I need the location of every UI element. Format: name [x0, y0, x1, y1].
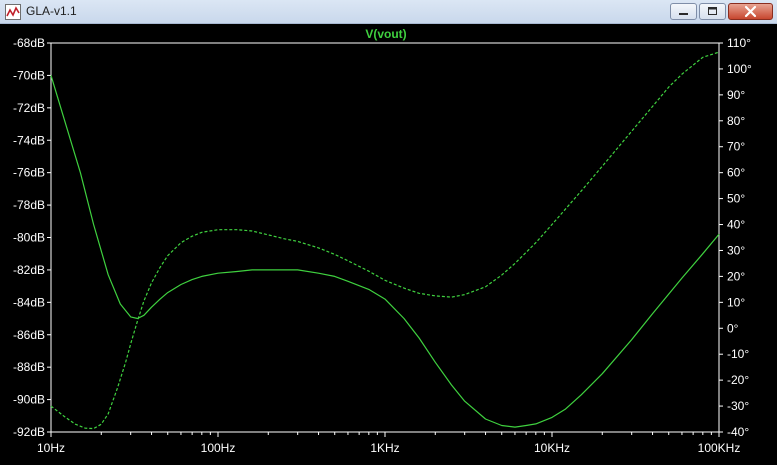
y-right-tick-label: 40° — [727, 218, 745, 232]
y-left-tick-label: -92dB — [13, 425, 45, 439]
y-left-tick-label: -76dB — [13, 166, 45, 180]
waveform-app-icon — [5, 4, 21, 20]
y-left-tick-label: -80dB — [13, 231, 45, 245]
bode-plot[interactable]: V(vout) 10Hz 100Hz 1KHz 10KHz 100KHz -68dB -7… — [0, 24, 777, 465]
y-right-tick-label: 60° — [727, 166, 745, 180]
maximize-icon — [708, 7, 717, 15]
minimize-button[interactable] — [670, 3, 697, 20]
title-bar[interactable]: GLA-v1.1 — [0, 0, 777, 24]
y-axis-right: 110° 100° 90° 80° 70° 60° 50° 40° 30° 20° 10° 0° -10… — [719, 36, 752, 439]
y-right-tick-label: 20° — [727, 269, 745, 283]
traces — [50, 51, 720, 430]
y-right-tick-label: -40° — [727, 425, 749, 439]
y-right-tick-label: 80° — [727, 114, 745, 128]
x-tick-label: 100KHz — [698, 441, 741, 455]
x-axis: 10Hz 100Hz 1KHz 10KHz 100KHz — [37, 432, 740, 455]
y-left-tick-label: -90dB — [13, 393, 45, 407]
x-tick-label: 10Hz — [37, 441, 65, 455]
y-right-tick-label: 100° — [727, 62, 752, 76]
y-right-tick-label: 30° — [727, 243, 745, 257]
y-left-tick-label: -84dB — [13, 295, 45, 309]
y-left-tick-label: -72dB — [13, 101, 45, 115]
app-window: GLA-v1.1 V(vout) 10Hz 100Hz 1KHz 10KHz 100KH… — [0, 0, 777, 465]
y-right-tick-label: 110° — [727, 36, 751, 50]
y-right-tick-label: 70° — [727, 140, 745, 154]
x-tick-label: 1KHz — [370, 441, 399, 455]
y-right-tick-label: 10° — [727, 295, 745, 309]
minimize-icon — [679, 13, 688, 15]
chart-title: V(vout) — [365, 27, 406, 41]
y-axis-left: -68dB -70dB -72dB -74dB -76dB -78dB -80dB -82dB… — [13, 36, 51, 439]
maximize-button[interactable] — [699, 3, 726, 20]
magnitude-trace — [50, 75, 720, 428]
y-right-tick-label: 90° — [727, 88, 745, 102]
y-left-tick-label: -78dB — [13, 198, 45, 212]
y-right-tick-label: -30° — [727, 399, 749, 413]
close-button[interactable] — [728, 3, 773, 20]
y-left-tick-label: -88dB — [13, 360, 45, 374]
plot-frame — [50, 42, 720, 433]
y-right-tick-label: 50° — [727, 192, 745, 206]
y-right-tick-label: -10° — [727, 347, 749, 361]
close-icon — [744, 5, 757, 18]
y-right-tick-label: 0° — [727, 321, 739, 335]
window-title: GLA-v1.1 — [26, 4, 77, 18]
y-left-tick-label: -74dB — [13, 133, 45, 147]
y-left-tick-label: -68dB — [13, 36, 45, 50]
phase-trace — [50, 51, 720, 430]
y-right-tick-label: -20° — [727, 373, 749, 387]
y-left-tick-label: -86dB — [13, 328, 45, 342]
x-tick-label: 10KHz — [534, 441, 570, 455]
plot-area[interactable]: V(vout) 10Hz 100Hz 1KHz 10KHz 100KHz -68dB -7… — [0, 24, 777, 465]
y-left-tick-label: -82dB — [13, 263, 45, 277]
x-tick-label: 100Hz — [201, 441, 236, 455]
y-left-tick-label: -70dB — [13, 68, 45, 82]
